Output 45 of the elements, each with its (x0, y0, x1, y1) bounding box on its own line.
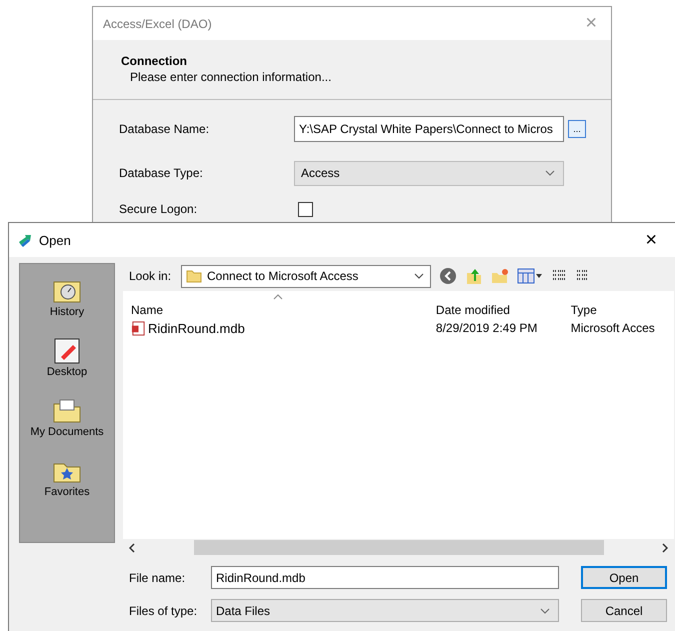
column-header[interactable]: Type (562, 303, 674, 317)
field-label: Database Type: (119, 166, 204, 180)
scroll-left-icon[interactable] (129, 542, 135, 552)
places-item[interactable]: Favorites (44, 456, 90, 512)
section-title: Connection (121, 54, 188, 68)
places-item[interactable]: Desktop (46, 336, 88, 392)
checkbox[interactable] (298, 202, 313, 216)
look-in-dropdown[interactable]: Connect to Microsoft Access (181, 264, 431, 288)
browse-button[interactable]: ... (568, 120, 586, 138)
places-item[interactable]: History (50, 276, 84, 332)
input-field[interactable]: Y:\SAP Crystal White Papers\Connect to Micros (294, 116, 564, 142)
window-title: Access/Excel (DAO) (103, 16, 213, 30)
desktop-icon (52, 336, 82, 366)
file-date: 8/29/2019 2:49 PM (434, 321, 538, 335)
look-in-label: Look in: (128, 269, 172, 283)
back-icon[interactable] (439, 267, 457, 285)
dropdown[interactable]: Access (294, 160, 564, 186)
section-subtitle: Please enter connection information... (129, 70, 332, 84)
sort-caret-icon (273, 294, 283, 300)
scroll-right-icon[interactable] (662, 542, 668, 552)
cancel-button[interactable]: Cancel (581, 599, 667, 622)
chevron-icon (540, 608, 550, 614)
file-row[interactable]: RidinRound.mdb 8/29/2019 2:49 PM Microsoft Acces (123, 317, 674, 339)
new-folder-icon[interactable] (491, 267, 509, 285)
column-header[interactable]: Date modified (428, 303, 563, 317)
close-button[interactable]: × (641, 228, 661, 252)
chevron-icon (545, 170, 555, 176)
file-name-label: File name: (128, 570, 186, 584)
up-folder-icon[interactable] (465, 267, 483, 285)
file-type-label: Files of type: (128, 604, 198, 618)
window-title: Open (39, 232, 72, 248)
chevron-icon (414, 273, 424, 279)
field-label: Secure Logon: (119, 202, 198, 216)
places-item[interactable]: My Documents (30, 396, 104, 452)
database-file-icon (131, 320, 146, 336)
file-type: Microsoft Acces (570, 321, 656, 335)
file-name-field[interactable]: RidinRound.mdb (211, 566, 559, 589)
folder-icon (186, 268, 202, 284)
open-button[interactable]: Open (581, 566, 667, 589)
file-name: RidinRound.mdb (148, 320, 245, 336)
arrow-icon (17, 232, 33, 248)
field-label: Database Name: (119, 122, 210, 136)
file-type-dropdown[interactable]: Data Files (211, 599, 559, 622)
view-menu-icon[interactable] (517, 267, 543, 285)
column-header[interactable]: Name (123, 303, 428, 317)
